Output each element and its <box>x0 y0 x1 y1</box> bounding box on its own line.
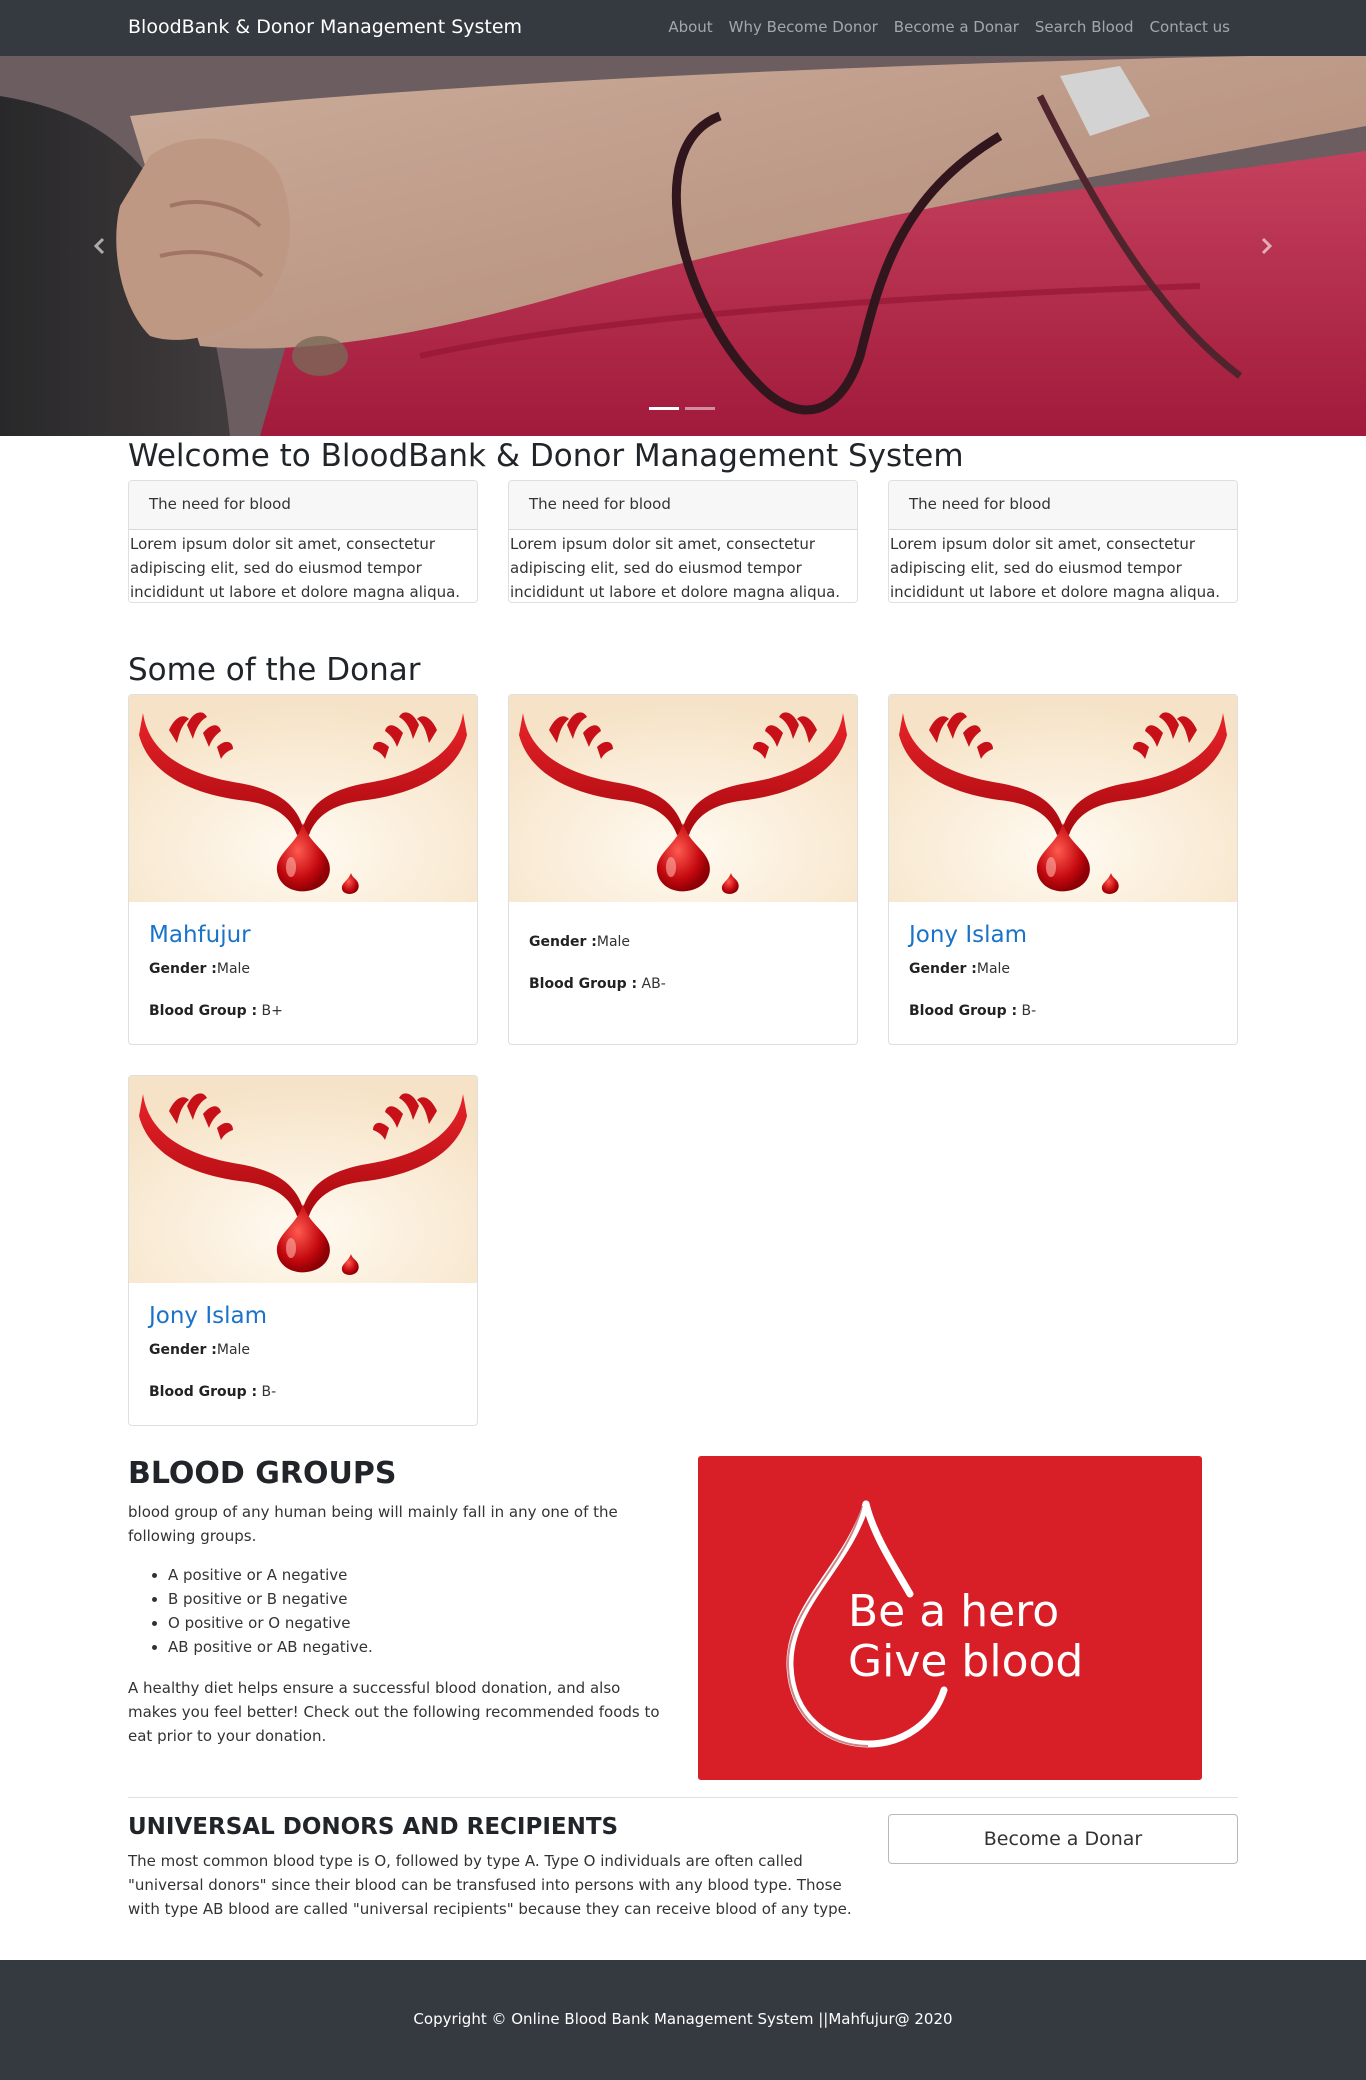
navbar: BloodBank & Donor Management System Abou… <box>0 0 1366 56</box>
blood-group-value: B+ <box>261 1003 283 1019</box>
nav-search-blood[interactable]: Search Blood <box>1035 18 1134 36</box>
nav-about[interactable]: About <box>668 18 712 36</box>
blood-group-label: Blood Group : <box>149 1003 258 1019</box>
carousel-indicators <box>649 407 715 410</box>
blood-group-value: B- <box>261 1384 277 1400</box>
carousel-slide-image <box>0 56 1366 436</box>
list-item: AB positive or AB negative. <box>168 1635 373 1659</box>
carousel-prev-button[interactable] <box>0 56 200 436</box>
blood-group-label: Blood Group : <box>909 1003 1018 1019</box>
need-card-body: Lorem ipsum dolor sit amet, consectetur … <box>510 535 841 601</box>
brand-logo[interactable]: BloodBank & Donor Management System <box>128 16 522 38</box>
need-card-body: Lorem ipsum dolor sit amet, consectetur … <box>890 535 1221 601</box>
footer: Copyright © Online Blood Bank Management… <box>0 1960 1366 2080</box>
blood-groups-list: A positive or A negative B positive or B… <box>168 1563 373 1659</box>
diet-text: A healthy diet helps ensure a successful… <box>128 1679 660 1745</box>
carousel-indicator-2[interactable] <box>685 407 715 410</box>
donor-name[interactable]: Jony Islam <box>909 922 1217 951</box>
gender-value: Male <box>976 961 1011 977</box>
donor-card: Gender :Male Blood Group : AB- <box>508 694 858 1045</box>
welcome-title: Welcome to BloodBank & Donor Management … <box>128 438 964 474</box>
donor-gender: Gender :Male <box>149 1342 457 1358</box>
donor-image <box>129 695 477 902</box>
donor-gender: Gender :Male <box>529 934 837 950</box>
list-item: A positive or A negative <box>168 1563 373 1587</box>
nav-contact-us[interactable]: Contact us <box>1150 18 1230 36</box>
gender-value: Male <box>216 961 251 977</box>
gender-value: Male <box>216 1342 251 1358</box>
need-card: The need for blood Lorem ipsum dolor sit… <box>508 480 858 603</box>
donor-name[interactable]: Jony Islam <box>149 1303 457 1332</box>
hero-carousel <box>0 56 1366 436</box>
donor-image <box>509 695 857 902</box>
gender-value: Male <box>596 934 631 950</box>
need-card-header: The need for blood <box>509 481 857 530</box>
donor-image <box>889 695 1237 902</box>
need-card-header: The need for blood <box>129 481 477 530</box>
donor-card: Mahfujur Gender :Male Blood Group : B+ <box>128 694 478 1045</box>
donor-blood-group: Blood Group : B- <box>149 1384 457 1400</box>
gender-label: Gender : <box>149 1342 217 1358</box>
nav-menu: About Why Become Donor Become a Donar Se… <box>668 18 1230 36</box>
blood-group-label: Blood Group : <box>149 1384 258 1400</box>
chevron-right-icon <box>1261 237 1273 255</box>
need-card: The need for blood Lorem ipsum dolor sit… <box>128 480 478 603</box>
donor-image <box>129 1076 477 1283</box>
banner-line-1: Be a hero <box>848 1586 1059 1637</box>
carousel-next-button[interactable] <box>1166 56 1366 436</box>
list-item: B positive or B negative <box>168 1587 373 1611</box>
blood-groups-title: BLOOD GROUPS <box>128 1456 397 1491</box>
donor-gender: Gender :Male <box>909 961 1217 977</box>
universal-donors-title: UNIVERSAL DONORS AND RECIPIENTS <box>128 1814 619 1840</box>
need-card-body: Lorem ipsum dolor sit amet, consectetur … <box>130 535 461 601</box>
donor-blood-group: Blood Group : B- <box>909 1003 1217 1019</box>
blood-group-value: AB- <box>641 976 666 992</box>
nav-why-become-donor[interactable]: Why Become Donor <box>729 18 878 36</box>
become-a-donar-button[interactable]: Become a Donar <box>888 1814 1238 1864</box>
banner-line-2: Give blood <box>848 1636 1083 1687</box>
blood-group-value: B- <box>1021 1003 1037 1019</box>
blood-group-label: Blood Group : <box>529 976 638 992</box>
donor-blood-group: Blood Group : B+ <box>149 1003 457 1019</box>
donors-section-title: Some of the Donar <box>128 652 421 688</box>
blood-drop-outline-icon: Be a hero Give blood <box>786 1500 1083 1748</box>
nav-become-a-donar[interactable]: Become a Donar <box>894 18 1019 36</box>
gender-label: Gender : <box>909 961 977 977</box>
be-a-hero-banner: Be a hero Give blood <box>698 1456 1202 1780</box>
blood-groups-intro: blood group of any human being will main… <box>128 1503 618 1545</box>
universal-donors-text: The most common blood type is O, followe… <box>128 1852 852 1918</box>
donor-gender: Gender :Male <box>149 961 457 977</box>
carousel-indicator-1[interactable] <box>649 407 679 410</box>
need-card-header: The need for blood <box>889 481 1237 530</box>
donor-card: Jony Islam Gender :Male Blood Group : B- <box>128 1075 478 1426</box>
donor-blood-group: Blood Group : AB- <box>529 976 837 992</box>
donor-name[interactable]: Mahfujur <box>149 922 457 951</box>
gender-label: Gender : <box>529 934 597 950</box>
donor-card: Jony Islam Gender :Male Blood Group : B- <box>888 694 1238 1045</box>
list-item: O positive or O negative <box>168 1611 373 1635</box>
section-divider <box>128 1797 1238 1798</box>
need-card: The need for blood Lorem ipsum dolor sit… <box>888 480 1238 603</box>
chevron-left-icon <box>93 237 105 255</box>
footer-copyright: Copyright © Online Blood Bank Management… <box>413 2010 953 2028</box>
gender-label: Gender : <box>149 961 217 977</box>
